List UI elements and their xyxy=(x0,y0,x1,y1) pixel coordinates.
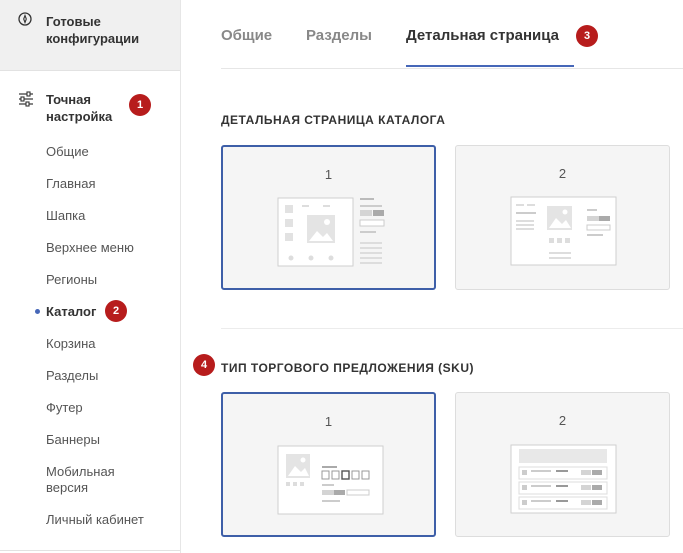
compass-icon xyxy=(18,12,32,26)
detail-option-2[interactable]: 2 xyxy=(455,145,670,290)
step-badge-1: 1 xyxy=(129,94,151,116)
tab-active-underline xyxy=(406,65,574,67)
detail-layout-2-preview xyxy=(510,196,617,266)
sku-layout-1-preview xyxy=(277,445,384,515)
detail-layout-1-preview xyxy=(277,197,385,267)
step-badge-4: 4 xyxy=(193,354,215,376)
sidebar-item-sections[interactable]: Разделы xyxy=(46,368,98,384)
sku-option-2[interactable]: 2 xyxy=(455,392,670,537)
sidebar-item-general[interactable]: Общие xyxy=(46,144,89,160)
sku-section-title: ТИП ТОРГОВОГО ПРЕДЛОЖЕНИЯ (SKU) xyxy=(221,361,474,375)
sku-layout-2-preview xyxy=(510,444,617,514)
sidebar-item-mobile[interactable]: Мобильная версия xyxy=(46,464,156,496)
sidebar-item-main[interactable]: Главная xyxy=(46,176,95,192)
sidebar: Готовые конфигурации Точная настройка 1 … xyxy=(0,0,181,553)
step-badge-3: 3 xyxy=(576,25,598,47)
sidebar-item-cart[interactable]: Корзина xyxy=(46,336,96,352)
detail-section-title: ДЕТАЛЬНАЯ СТРАНИЦА КАТАЛОГА xyxy=(221,113,446,127)
sidebar-item-header[interactable]: Шапка xyxy=(46,208,85,224)
step-badge-2: 2 xyxy=(105,300,127,322)
sku-option-1[interactable]: 1 xyxy=(221,392,436,537)
sidebar-ready-configs[interactable]: Готовые конфигурации xyxy=(0,0,180,71)
tab-sections[interactable]: Разделы xyxy=(306,27,372,44)
tab-bar: Общие Разделы Детальная страница xyxy=(221,0,683,69)
active-dot xyxy=(35,309,40,314)
section-divider xyxy=(221,328,683,329)
sidebar-item-account[interactable]: Личный кабинет xyxy=(46,512,144,528)
sidebar-item-catalog[interactable]: Каталог xyxy=(46,304,96,320)
tab-detail-page[interactable]: Детальная страница xyxy=(406,27,559,44)
sliders-icon xyxy=(19,91,33,107)
sidebar-item-top-menu[interactable]: Верхнее меню xyxy=(46,240,134,256)
sidebar-bottom-divider xyxy=(0,550,180,551)
sidebar-item-footer[interactable]: Футер xyxy=(46,400,83,416)
sidebar-ready-configs-label: Готовые конфигурации xyxy=(46,14,140,46)
detail-option-1[interactable]: 1 xyxy=(221,145,436,290)
tab-general[interactable]: Общие xyxy=(221,27,272,44)
sidebar-item-regions[interactable]: Регионы xyxy=(46,272,97,288)
sidebar-fine-tuning[interactable]: Точная настройка 1 xyxy=(0,82,180,132)
sidebar-item-banners[interactable]: Баннеры xyxy=(46,432,100,448)
